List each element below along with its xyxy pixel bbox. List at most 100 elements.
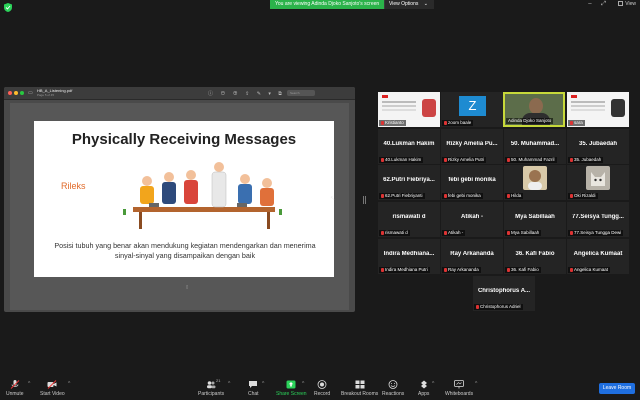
page-indicator: ▯ <box>186 284 189 289</box>
whiteboard-icon <box>454 380 464 389</box>
mic-muted-icon <box>570 158 573 162</box>
participant-tile[interactable]: febi gebi monika febi gebi monika <box>441 165 503 200</box>
participant-label: 50. Muhammad Fazril <box>505 157 557 163</box>
participant-tile[interactable]: Indira Medhiana... Indira Medhiana Putri <box>378 239 440 274</box>
participant-tile[interactable]: Rizky Amelia Pu... Rizky Amelia Putri <box>441 129 503 164</box>
unmute-button[interactable]: Unmute <box>6 380 24 397</box>
participant-tile[interactable]: 35. Jubaedah 35. Jubaedah <box>567 129 629 164</box>
mic-muted-icon <box>381 194 384 198</box>
participant-label: Ray Arkananda <box>442 267 481 273</box>
apps-options-caret[interactable]: ^ <box>432 381 434 387</box>
participant-tile[interactable]: Kristianto <box>378 92 440 127</box>
leave-room-button[interactable]: Leave Room <box>599 383 635 394</box>
participant-label: rismawati d <box>379 230 410 236</box>
mic-muted-icon <box>381 158 384 162</box>
minimize-window-icon[interactable] <box>14 91 18 95</box>
audio-options-caret[interactable]: ^ <box>28 381 30 387</box>
pdf-viewer-titlebar: ▭ HB_A_Listening.pdf Page 5 of 45 ⓘ ⊖ ⊕ … <box>4 87 355 100</box>
participant-label: 77.Seisya Tungga Dewi <box>568 230 624 236</box>
mic-muted-icon <box>381 231 384 235</box>
participants-options-caret[interactable]: ^ <box>228 381 230 387</box>
participant-name: Atikah - <box>460 214 483 220</box>
participant-tile[interactable]: Atikah - Atikah - <box>441 202 503 237</box>
participant-tile[interactable]: 62.Putri Fiebriya... 62.Putri Fiebriyant… <box>378 165 440 200</box>
participant-label: Angelica Kumaat <box>568 267 611 273</box>
mic-muted-icon <box>507 231 510 235</box>
participant-tile[interactable]: Z zoom baale <box>441 92 503 127</box>
participant-label: Kristianto <box>379 120 406 126</box>
participant-label: 35. Jubaedah <box>568 157 604 163</box>
mic-muted-icon <box>507 268 510 272</box>
breakout-rooms-label: Breakout Rooms <box>341 391 379 397</box>
meeting-table-illustration <box>123 162 282 229</box>
participant-label: Oki Rizaldi <box>568 193 598 199</box>
participant-label: zoom baale <box>442 120 474 126</box>
viewing-screen-banner: You are viewing Adinda Djoko Sanjoto's s… <box>270 0 385 9</box>
pdf-search-input[interactable]: Search <box>287 90 315 96</box>
participant-label: Rizky Amelia Putri <box>442 157 487 163</box>
participant-label: sara <box>568 120 585 126</box>
video-options-caret[interactable]: ^ <box>68 381 70 387</box>
split-resize-handle[interactable] <box>363 196 366 204</box>
mouse-cursor-icon: ↖ <box>330 196 336 202</box>
chevron-down-icon: ⌄ <box>423 1 428 7</box>
pdf-toolbar-icons[interactable]: ⓘ ⊖ ⊕ ⇪ ✎ ▾ ⧉ ◐ <box>208 90 295 97</box>
view-button[interactable]: View <box>618 1 636 7</box>
participant-tile[interactable]: rismawati d rismawati d <box>378 202 440 237</box>
mic-muted-icon <box>570 231 573 235</box>
view-options-menu[interactable]: View Options ⌄ <box>384 0 434 9</box>
close-window-icon[interactable] <box>8 91 12 95</box>
mic-muted-icon <box>444 158 447 162</box>
sidebar-toggle-icon[interactable]: ▭ <box>28 90 33 96</box>
participant-label: Mya Sabillaah <box>505 230 542 236</box>
whiteboards-options-caret[interactable]: ^ <box>475 381 477 387</box>
participant-tile-active-speaker[interactable]: Adinda Djoko Sanjoto <box>503 92 565 127</box>
record-button[interactable]: Record <box>314 380 330 397</box>
participant-tile[interactable]: Angelica Kumaat Angelica Kumaat <box>567 239 629 274</box>
chat-label: Chat <box>248 391 259 397</box>
apps-button[interactable]: Apps <box>418 380 429 397</box>
participant-tile[interactable]: 50. Muhammad... 50. Muhammad Fazril <box>504 129 566 164</box>
participant-name: Angelica Kumaat <box>573 251 623 257</box>
start-video-label: Start Video <box>40 391 65 397</box>
reactions-button[interactable]: Reactions <box>382 380 404 397</box>
participant-name: 62.Putri Fiebriya... <box>383 177 435 183</box>
presentation-slide: Physically Receiving Messages Rileks Pos… <box>34 121 334 277</box>
slide-body-text: Posisi tubuh yang benar akan mendukung k… <box>54 241 316 260</box>
smiley-icon <box>388 380 398 389</box>
start-video-button[interactable]: Start Video <box>40 380 65 397</box>
participant-label: Hilda <box>505 193 524 199</box>
participant-name: 77.Seisya Tungg... <box>572 214 624 220</box>
view-options-label: View Options <box>389 1 419 7</box>
slide-title: Physically Receiving Messages <box>71 131 297 148</box>
participant-tile[interactable]: Oki Rizaldi <box>567 165 629 200</box>
participant-tile[interactable]: Christophorus A... Christophorus Adriel <box>473 276 535 311</box>
share-options-caret[interactable]: ^ <box>302 381 304 387</box>
participant-label: 36. Kafi Fabio <box>505 267 541 273</box>
breakout-rooms-button[interactable]: Breakout Rooms <box>341 380 378 397</box>
chat-options-caret[interactable]: ^ <box>262 381 264 387</box>
avatar: Z <box>459 96 486 116</box>
window-controls[interactable]: – ⤢ <box>588 1 610 8</box>
participants-label: Participants <box>198 391 225 397</box>
breakout-rooms-icon <box>355 380 365 389</box>
mic-muted-icon <box>570 194 573 198</box>
participant-tile[interactable]: Ray Arkananda Ray Arkananda <box>441 239 503 274</box>
participant-tile[interactable]: 36. Kafi Fabio 36. Kafi Fabio <box>504 239 566 274</box>
mic-muted-icon <box>507 158 510 162</box>
participant-tile[interactable]: Mya Sabillaah Mya Sabillaah <box>504 202 566 237</box>
mic-muted-icon <box>444 231 447 235</box>
whiteboards-label: Whiteboards <box>445 391 474 397</box>
maximize-window-icon[interactable] <box>20 91 24 95</box>
participant-label: Christophorus Adriel <box>474 304 523 310</box>
participant-name: Rizky Amelia Pu... <box>446 141 498 147</box>
chat-button[interactable]: Chat <box>248 380 259 397</box>
security-shield-icon[interactable] <box>4 3 12 12</box>
participant-tile[interactable]: 77.Seisya Tungg... 77.Seisya Tungga Dewi <box>567 202 629 237</box>
participant-tile[interactable]: Hilda <box>504 165 566 200</box>
whiteboards-button[interactable]: Whiteboards <box>445 380 473 397</box>
mic-muted-icon <box>444 268 447 272</box>
participant-tile[interactable]: 40.Lukman Hakim 40.Lukman Hakim <box>378 129 440 164</box>
participant-tile[interactable]: sara <box>567 92 629 127</box>
meeting-toolbar: Unmute ^ Start Video ^ Participants 21 ^… <box>0 375 640 400</box>
